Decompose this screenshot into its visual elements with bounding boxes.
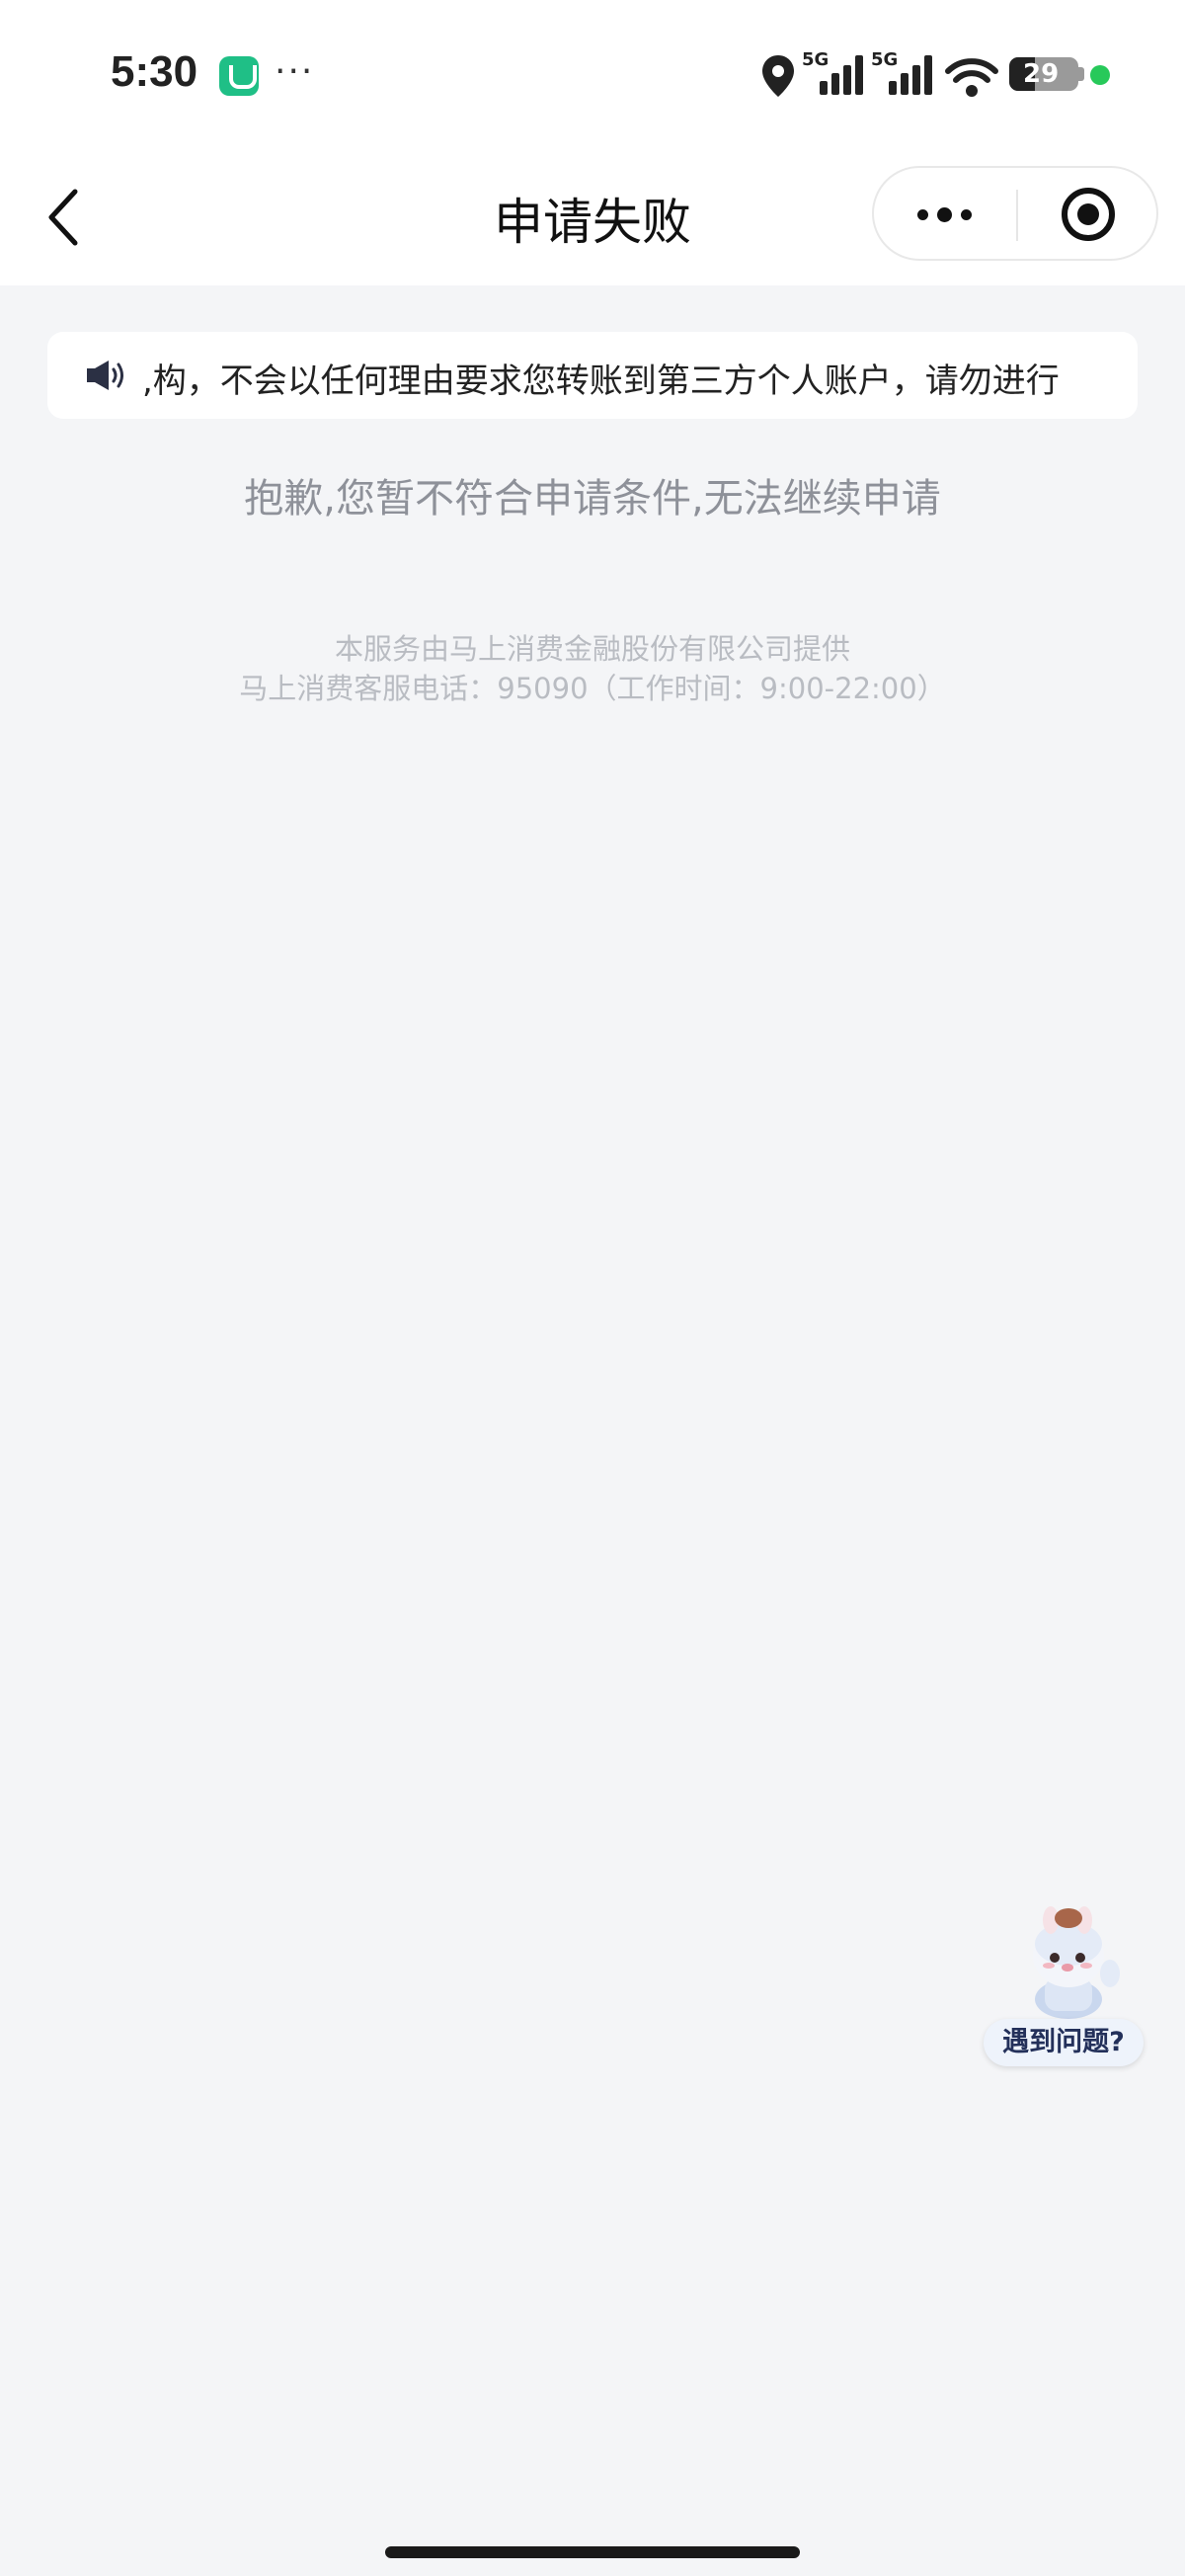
status-time: 5:30 bbox=[111, 47, 198, 96]
location-icon bbox=[762, 55, 794, 97]
wifi-icon bbox=[945, 58, 998, 97]
mascot-icon bbox=[1033, 1906, 1120, 2019]
more-options-button[interactable] bbox=[874, 168, 1016, 261]
status-bar: 5:30 ··· 5G 5G 29 bbox=[0, 0, 1185, 153]
notice-text: ,构，不会以任何理由要求您转账到第三方个人账户，请勿进行 bbox=[142, 362, 1060, 401]
customer-service-hotline[interactable]: 马上消费客服电话：95090（工作时间：9:00-22:00） bbox=[0, 666, 1185, 707]
service-provider-text: 本服务由马上消费金融股份有限公司提供 bbox=[334, 632, 850, 666]
mini-program-capsule bbox=[872, 166, 1158, 261]
battery-tip bbox=[1078, 67, 1084, 81]
speaker-icon bbox=[87, 361, 123, 390]
close-mini-program-button[interactable] bbox=[1018, 168, 1160, 261]
cellular-signal-1-icon: 5G bbox=[802, 49, 873, 99]
anti-fraud-notice-banner: ,构，不会以任何理由要求您转账到第三方个人账户，请勿进行 bbox=[47, 332, 1138, 419]
cellular-signal-2-icon: 5G bbox=[871, 49, 942, 99]
privacy-indicator-dot bbox=[1090, 65, 1110, 85]
ineligible-message: 抱歉,您暂不符合申请条件,无法继续申请 bbox=[244, 476, 941, 522]
home-indicator[interactable] bbox=[385, 2546, 800, 2558]
help-label[interactable]: 遇到问题? bbox=[984, 2019, 1144, 2066]
signal-2-label: 5G bbox=[871, 49, 899, 70]
battery-icon: 29 bbox=[1009, 57, 1078, 91]
help-widget[interactable]: 遇到问题? bbox=[984, 1904, 1147, 2066]
notification-more-indicator: ··· bbox=[275, 51, 315, 92]
signal-1-label: 5G bbox=[802, 49, 830, 70]
battery-level: 29 bbox=[1023, 59, 1060, 89]
app-notification-icon bbox=[219, 56, 259, 96]
navigation-bar: 申请失败 bbox=[0, 153, 1185, 285]
